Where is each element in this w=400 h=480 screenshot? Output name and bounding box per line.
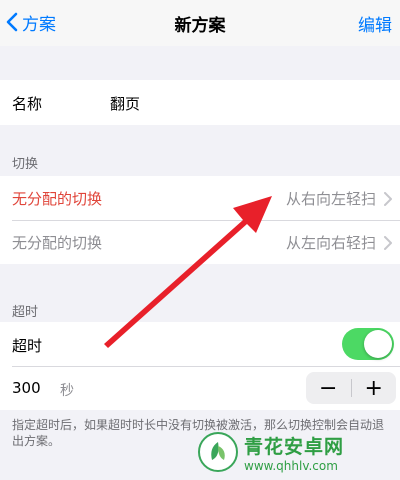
- name-row[interactable]: 名称 翻页: [0, 80, 400, 125]
- switch-row-detail: 从左向右轻扫: [286, 232, 392, 253]
- watermark-logo-icon: [198, 432, 238, 472]
- switch-row-detail-text: 从右向左轻扫: [285, 190, 376, 208]
- increment-button[interactable]: +: [352, 372, 397, 404]
- watermark-url: www.qhhlv.com: [244, 458, 338, 473]
- switch-row-detail-text: 从左向右轻扫: [285, 234, 376, 252]
- timeout-value: 300: [12, 379, 41, 397]
- switch-section-header: 切换: [12, 157, 39, 172]
- page-title: 新方案: [174, 16, 226, 36]
- name-value: 翻页: [110, 95, 141, 113]
- chevron-right-icon: [384, 191, 392, 206]
- row-divider: [12, 366, 400, 367]
- watermark-title: 青花安卓网: [244, 435, 345, 458]
- timeout-section-header: 超时: [12, 305, 39, 320]
- navigation-bar: 方案 新方案 编辑: [0, 0, 400, 46]
- timeout-toggle[interactable]: [342, 328, 394, 360]
- watermark: 青花安卓网 www.qhhlv.com: [198, 428, 394, 476]
- toggle-knob: [364, 330, 392, 358]
- switch-row-swipe-left[interactable]: 无分配的切换 从右向左轻扫: [0, 176, 400, 220]
- watermark-text: 青花安卓网 www.qhhlv.com: [244, 432, 344, 473]
- switch-row-swipe-right[interactable]: 无分配的切换 从左向右轻扫: [0, 220, 400, 264]
- switch-group: 无分配的切换 从右向左轻扫 无分配的切换 从左向右轻扫: [0, 176, 400, 264]
- edit-button[interactable]: 编辑: [358, 11, 392, 36]
- chevron-right-icon: [384, 235, 392, 250]
- switch-row-detail: 从右向左轻扫: [286, 188, 392, 209]
- switch-row-label: 无分配的切换: [12, 190, 103, 208]
- timeout-stepper: − +: [306, 372, 396, 404]
- timeout-unit: 秒: [60, 383, 74, 399]
- name-label: 名称: [12, 95, 43, 113]
- switch-row-label: 无分配的切换: [12, 234, 103, 252]
- decrement-button[interactable]: −: [306, 372, 351, 404]
- timeout-toggle-label: 超时: [12, 337, 43, 355]
